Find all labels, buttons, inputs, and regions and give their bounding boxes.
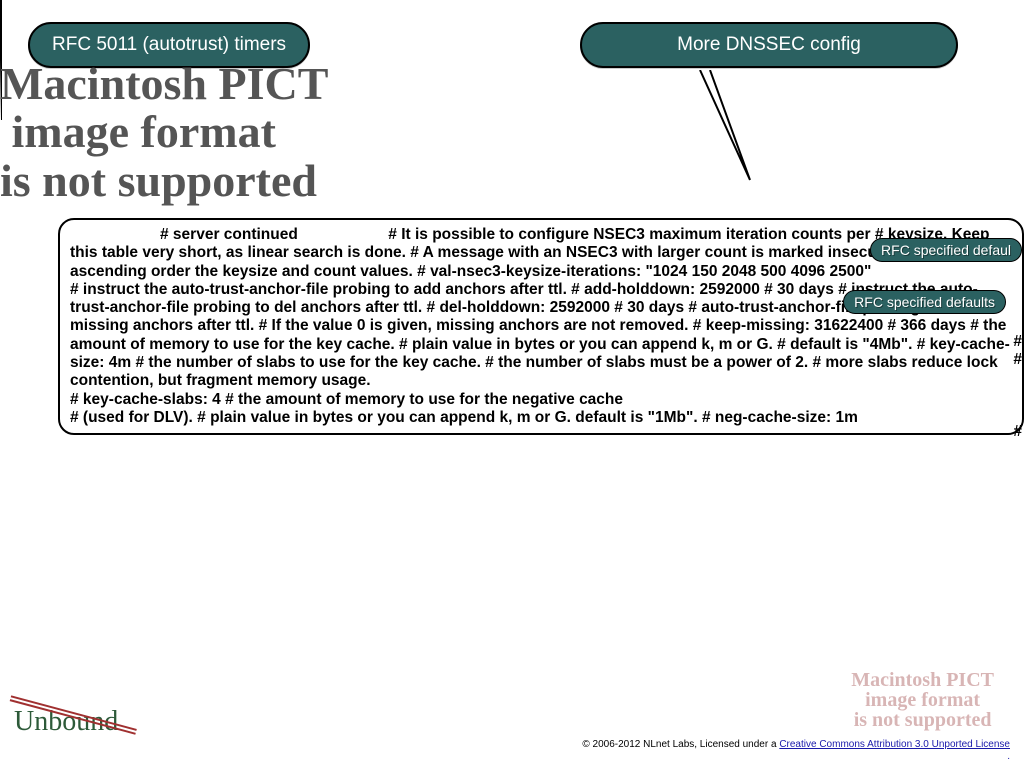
cfg-line-1b: # It is possible to configure NSEC3 maxi… (388, 226, 842, 243)
overflow-hash-1: # (1013, 333, 1022, 351)
pict-error-large: Macintosh PICT image format is not suppo… (0, 60, 328, 205)
pict-error-small-line2: image format (865, 689, 980, 711)
pict-error-small-line3: is not supported (854, 709, 992, 731)
unbound-logo-text: Unbound (14, 706, 118, 737)
cfg-line-4: # key-cache-slabs: 4 # the amount of mem… (70, 391, 623, 408)
tag-rfc-defaults-2: RFC specified defaults (843, 290, 1006, 314)
cfg-line-1a: # server continued (160, 226, 298, 243)
unbound-logo: Unbound (14, 706, 118, 738)
footer-prefix: © 2006-2012 NLnet Labs, Licensed under a (582, 739, 779, 750)
footer-license: © 2006-2012 NLnet Labs, Licensed under a… (582, 739, 1010, 762)
tag-rfc-defaults-1: RFC specified defaul (870, 238, 1022, 262)
overflow-hash-3: # (1013, 423, 1022, 441)
pict-error-small: Macintosh PICT image format is not suppo… (851, 670, 994, 730)
footer-suffix: . (1007, 751, 1010, 762)
callout-tail-right (690, 70, 760, 210)
cfg-line-5: # (used for DLV). # plain value in bytes… (70, 409, 858, 426)
pict-error-large-line2: image format (12, 106, 276, 157)
callout-more-dnssec: More DNSSEC config (580, 22, 958, 68)
footer-license-link[interactable]: Creative Commons Attribution 3.0 Unporte… (779, 739, 1010, 750)
pict-error-small-line1: Macintosh PICT (851, 669, 994, 691)
overflow-hash-2: # (1013, 351, 1022, 369)
pict-error-large-line3: is not supported (0, 155, 317, 206)
pict-error-large-line1: Macintosh PICT (0, 58, 328, 109)
